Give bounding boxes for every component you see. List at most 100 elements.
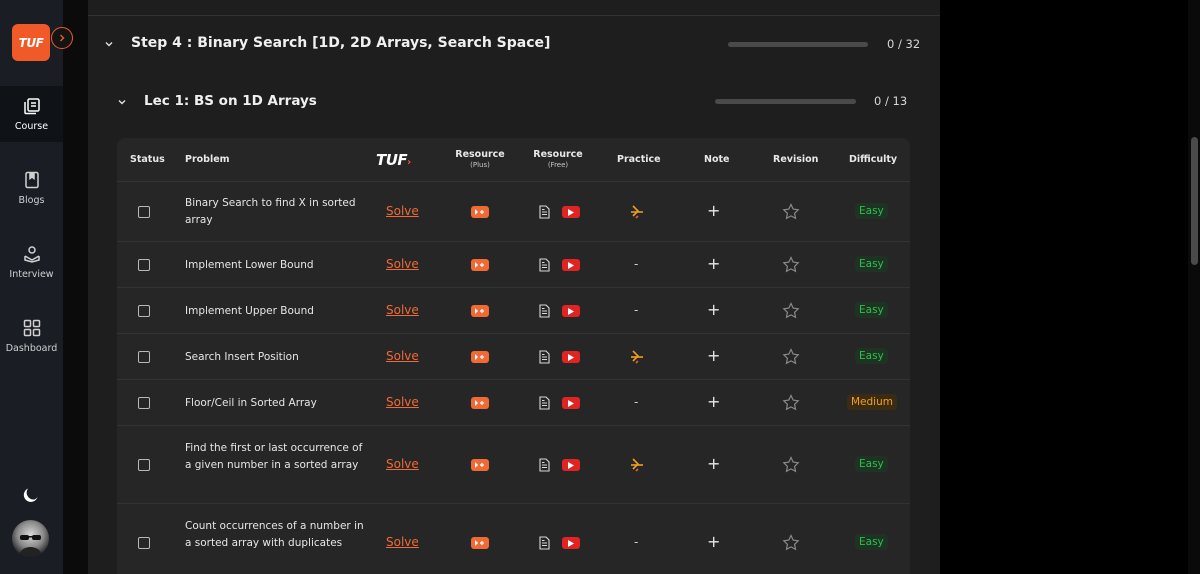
plus-video-button[interactable] bbox=[471, 206, 489, 218]
status-checkbox[interactable] bbox=[138, 397, 150, 409]
status-checkbox[interactable] bbox=[138, 259, 150, 271]
expand-sidebar-button[interactable] bbox=[51, 27, 73, 49]
header-resource-free: Resource (Free) bbox=[532, 149, 584, 169]
solve-link[interactable]: Solve bbox=[386, 303, 419, 317]
article-icon[interactable] bbox=[539, 350, 550, 364]
problem-name: Implement Upper Bound bbox=[185, 304, 314, 317]
practice-icon[interactable] bbox=[630, 204, 644, 220]
add-note-button[interactable]: + bbox=[707, 300, 720, 319]
article-icon[interactable] bbox=[539, 205, 550, 219]
difficulty-badge: Easy bbox=[855, 456, 888, 472]
step-header[interactable]: Step 4 : Binary Search [1D, 2D Arrays, S… bbox=[88, 28, 940, 60]
status-checkbox[interactable] bbox=[138, 351, 150, 363]
add-note-button[interactable]: + bbox=[707, 454, 720, 473]
solve-link[interactable]: Solve bbox=[386, 535, 419, 549]
add-note-button[interactable]: + bbox=[707, 346, 720, 365]
youtube-button[interactable] bbox=[562, 459, 580, 471]
scrollbar-thumb[interactable] bbox=[1191, 137, 1198, 265]
scrollbar[interactable] bbox=[1188, 0, 1200, 574]
youtube-play-icon bbox=[568, 307, 574, 315]
interview-icon bbox=[23, 245, 40, 263]
plus-video-button[interactable] bbox=[471, 459, 489, 471]
status-checkbox[interactable] bbox=[138, 537, 150, 549]
practice-icon[interactable] bbox=[630, 349, 644, 365]
header-label: Resource bbox=[455, 149, 505, 160]
star-icon[interactable] bbox=[782, 256, 800, 274]
practice-empty: - bbox=[634, 535, 639, 549]
header-label: Resource bbox=[533, 149, 583, 160]
avatar[interactable] bbox=[12, 520, 49, 557]
youtube-button[interactable] bbox=[562, 206, 580, 218]
header-sublabel: (Plus) bbox=[470, 161, 490, 169]
lecture-title: Lec 1: BS on 1D Arrays bbox=[144, 93, 317, 109]
star-icon[interactable] bbox=[782, 348, 800, 366]
table-row: Count occurrences of a number in a sorte… bbox=[117, 504, 910, 574]
star-icon[interactable] bbox=[782, 456, 800, 474]
youtube-play-icon bbox=[568, 399, 574, 407]
youtube-button[interactable] bbox=[562, 259, 580, 271]
play-plus-icon bbox=[475, 262, 484, 268]
header-difficulty: Difficulty bbox=[849, 154, 898, 165]
youtube-button[interactable] bbox=[562, 351, 580, 363]
plus-video-button[interactable] bbox=[471, 305, 489, 317]
table-row: Implement Upper Bound Solve - + Easy bbox=[117, 288, 910, 334]
star-icon[interactable] bbox=[782, 394, 800, 412]
article-icon[interactable] bbox=[539, 536, 550, 550]
play-plus-icon bbox=[475, 209, 484, 215]
divider bbox=[88, 15, 940, 16]
sidebar-item-interview[interactable]: Interview bbox=[0, 234, 63, 290]
star-icon[interactable] bbox=[782, 203, 800, 221]
solve-link[interactable]: Solve bbox=[386, 395, 419, 409]
step-progress-bar bbox=[728, 42, 868, 47]
solve-link[interactable]: Solve bbox=[386, 349, 419, 363]
content-gutter bbox=[63, 0, 88, 574]
status-checkbox[interactable] bbox=[138, 206, 150, 218]
plus-video-button[interactable] bbox=[471, 351, 489, 363]
solve-link[interactable]: Solve bbox=[386, 257, 419, 271]
youtube-play-icon bbox=[568, 353, 574, 361]
step-title: Step 4 : Binary Search [1D, 2D Arrays, S… bbox=[131, 35, 551, 51]
plus-video-button[interactable] bbox=[471, 259, 489, 271]
article-icon[interactable] bbox=[539, 304, 550, 318]
star-icon[interactable] bbox=[782, 534, 800, 552]
chevron-right-icon bbox=[60, 34, 65, 42]
sidebar-item-blogs[interactable]: Blogs bbox=[0, 160, 63, 216]
youtube-button[interactable] bbox=[562, 537, 580, 549]
sidebar-item-label: Interview bbox=[9, 268, 54, 280]
add-note-button[interactable]: + bbox=[707, 392, 720, 411]
add-note-button[interactable]: + bbox=[707, 201, 720, 220]
sidebar-item-label: Dashboard bbox=[5, 342, 58, 354]
difficulty-badge: Easy bbox=[855, 256, 888, 272]
solve-link[interactable]: Solve bbox=[386, 204, 419, 218]
plus-video-button[interactable] bbox=[471, 397, 489, 409]
plus-video-button[interactable] bbox=[471, 537, 489, 549]
sidebar-item-dashboard[interactable]: Dashboard bbox=[0, 308, 63, 364]
article-icon[interactable] bbox=[539, 396, 550, 410]
youtube-play-icon bbox=[568, 461, 574, 469]
sidebar-item-course[interactable]: Course bbox=[0, 86, 63, 142]
tuf-logo[interactable]: TUF bbox=[12, 24, 50, 61]
moon-icon[interactable] bbox=[22, 486, 40, 504]
table-row: Find the first or last occurrence of a g… bbox=[117, 426, 910, 504]
header-problem: Problem bbox=[185, 154, 230, 165]
status-checkbox[interactable] bbox=[138, 305, 150, 317]
solve-link[interactable]: Solve bbox=[386, 457, 419, 471]
practice-empty: - bbox=[634, 257, 639, 271]
problem-name: Count occurrences of a number in a sorte… bbox=[185, 519, 364, 549]
youtube-play-icon bbox=[568, 539, 574, 547]
article-icon[interactable] bbox=[539, 258, 550, 272]
bookmark-icon bbox=[24, 171, 39, 188]
table-row: Binary Search to find X in sorted array … bbox=[117, 182, 910, 242]
add-note-button[interactable]: + bbox=[707, 254, 720, 273]
practice-empty: - bbox=[634, 395, 639, 409]
youtube-button[interactable] bbox=[562, 305, 580, 317]
add-note-button[interactable]: + bbox=[707, 532, 720, 551]
dashboard-icon bbox=[23, 319, 40, 336]
problem-name: Search Insert Position bbox=[185, 350, 299, 363]
star-icon[interactable] bbox=[782, 302, 800, 320]
status-checkbox[interactable] bbox=[138, 459, 150, 471]
youtube-button[interactable] bbox=[562, 397, 580, 409]
problem-name: Find the first or last occurrence of a g… bbox=[185, 441, 363, 471]
practice-icon[interactable] bbox=[630, 457, 644, 473]
article-icon[interactable] bbox=[539, 458, 550, 472]
